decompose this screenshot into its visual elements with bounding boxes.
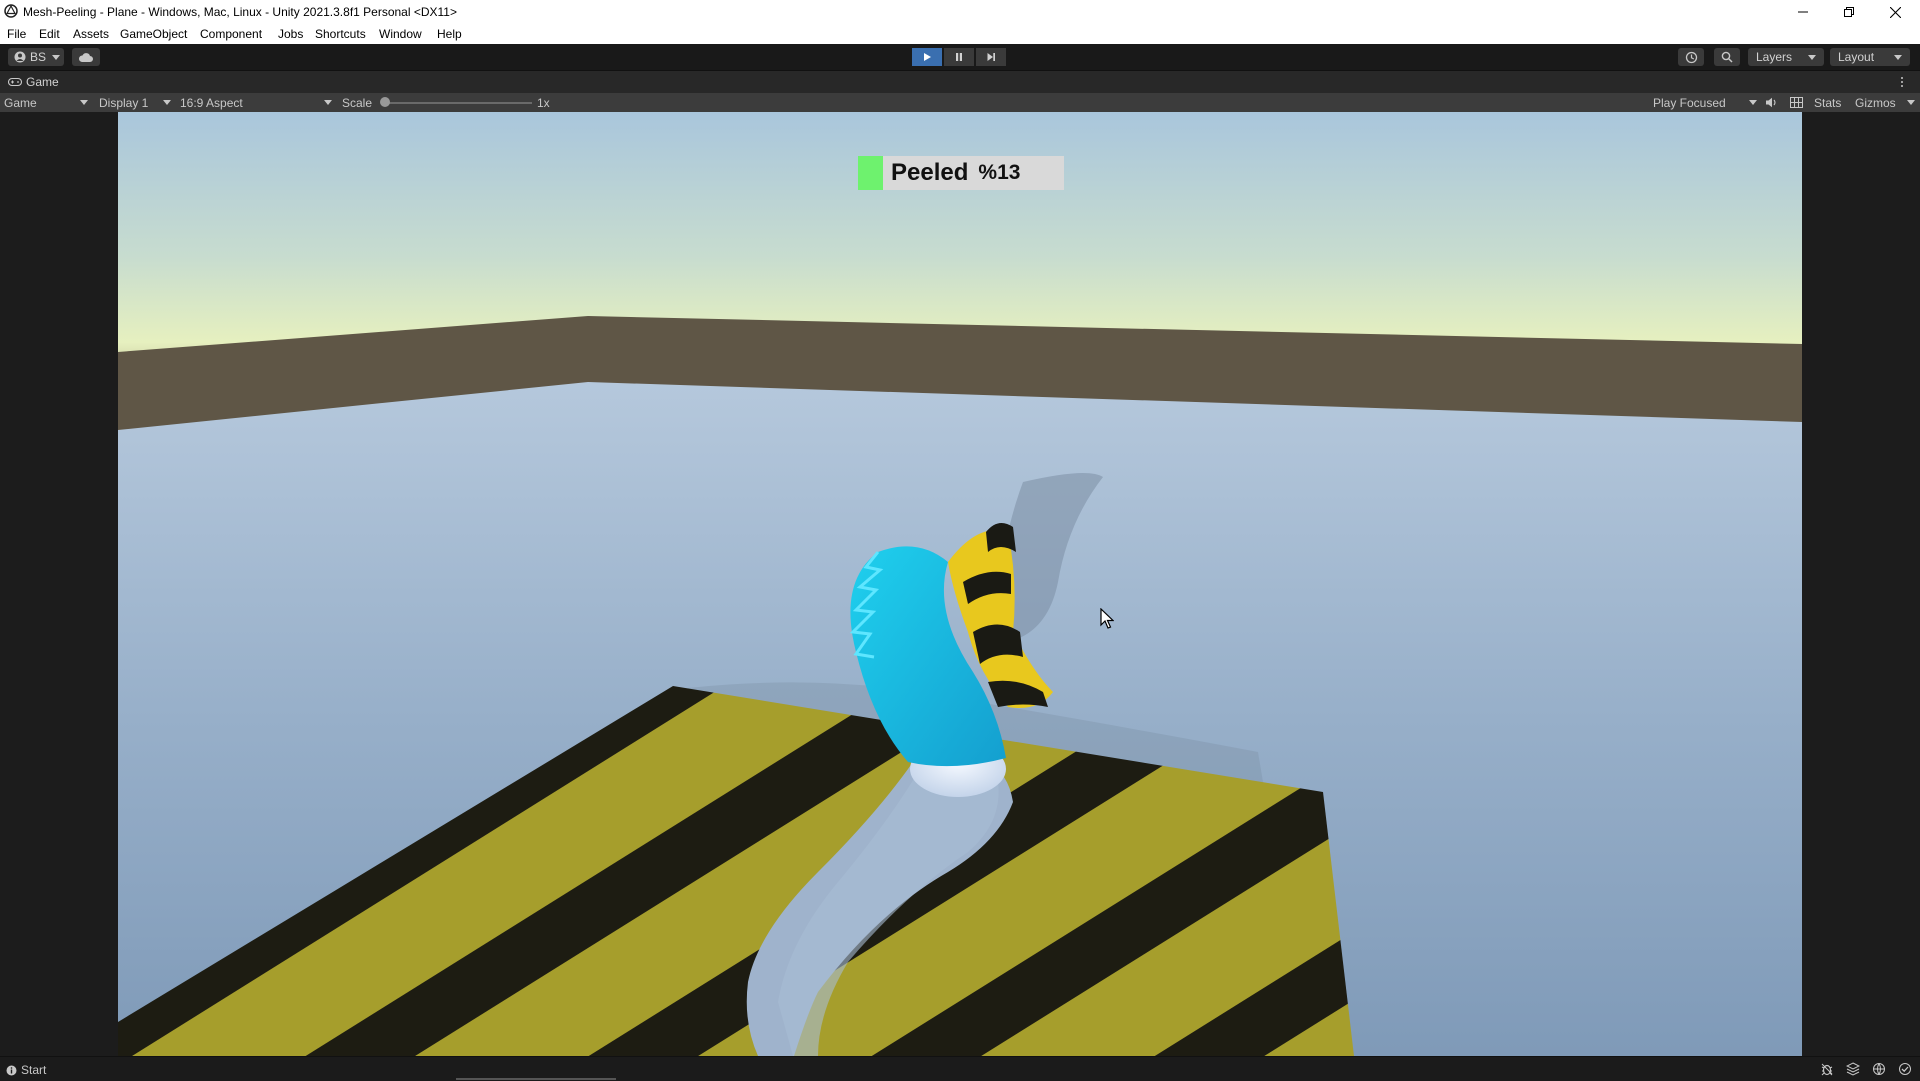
more-options-button[interactable]: [1900, 75, 1904, 89]
menu-file[interactable]: File: [7, 27, 26, 41]
layout-dropdown[interactable]: Layout: [1830, 48, 1910, 66]
play-controls: [912, 48, 1008, 66]
chevron-down-icon: [163, 100, 171, 105]
menu-assets[interactable]: Assets: [73, 27, 109, 41]
menu-shortcuts[interactable]: Shortcuts: [315, 27, 366, 41]
display-dropdown[interactable]: Display 1: [99, 95, 171, 110]
layers-label: Layers: [1756, 50, 1793, 64]
game-viewport[interactable]: Peeled %13: [118, 112, 1802, 1056]
peeled-label: Peeled: [891, 159, 969, 186]
game-view: Peeled %13: [0, 112, 1920, 1056]
peeled-percent: %13: [978, 161, 1021, 184]
menu-edit[interactable]: Edit: [39, 27, 60, 41]
chevron-down-icon: [1808, 54, 1816, 60]
view-mode-label: Game: [4, 95, 37, 110]
info-icon: [6, 1065, 17, 1075]
history-button[interactable]: [1678, 48, 1704, 66]
account-dropdown[interactable]: BS: [8, 48, 64, 66]
play-icon: [924, 53, 931, 61]
mute-audio-button[interactable]: [1765, 95, 1778, 110]
stats-button[interactable]: Stats: [1814, 95, 1841, 110]
gizmos-dropdown[interactable]: Gizmos: [1855, 95, 1915, 110]
minimize-button[interactable]: [1780, 0, 1826, 24]
peeled-indicator-swatch: [858, 156, 883, 190]
aspect-dropdown[interactable]: 16:9 Aspect: [180, 95, 332, 110]
layers-stack-icon[interactable]: [1846, 1062, 1860, 1076]
grid-toggle-button[interactable]: [1790, 95, 1803, 110]
window-title: Mesh-Peeling - Plane - Windows, Mac, Lin…: [23, 5, 457, 19]
chevron-down-icon: [1749, 100, 1757, 105]
step-button[interactable]: [976, 48, 1006, 66]
menu-gameobject[interactable]: GameObject: [120, 27, 187, 41]
scale-value: 1x: [537, 95, 550, 110]
game-view-toolbar: Game Display 1 16:9 Aspect Scale 1x Play…: [0, 93, 1920, 112]
scene-render: [118, 112, 1802, 1056]
minimize-icon: [1798, 11, 1808, 13]
menu-help[interactable]: Help: [437, 27, 462, 41]
menu-jobs[interactable]: Jobs: [278, 27, 303, 41]
play-mode-dropdown[interactable]: Play Focused: [1653, 95, 1757, 110]
restore-button[interactable]: [1826, 0, 1872, 24]
pause-button[interactable]: [944, 48, 974, 66]
pause-icon: [956, 53, 962, 61]
account-label: BS: [30, 50, 47, 64]
unity-logo-icon: [4, 4, 18, 18]
gamepad-icon: [8, 77, 22, 87]
search-button[interactable]: [1714, 48, 1740, 66]
account-icon: [14, 51, 26, 63]
chevron-down-icon: [1907, 100, 1915, 105]
check-circle-icon[interactable]: [1898, 1062, 1912, 1076]
status-message[interactable]: Start: [6, 1063, 46, 1077]
scale-label: Scale: [342, 95, 373, 110]
close-button[interactable]: [1872, 0, 1918, 24]
layers-dropdown[interactable]: Layers: [1748, 48, 1824, 66]
scale-slider[interactable]: [380, 95, 532, 110]
scale-slider-track: [384, 102, 532, 104]
cloud-button[interactable]: [72, 48, 100, 66]
main-toolbar: BS Layers Layout: [0, 44, 1920, 71]
chevron-down-icon: [324, 100, 332, 105]
display-label: Display 1: [99, 95, 149, 110]
play-mode-label: Play Focused: [1653, 95, 1726, 110]
speaker-icon: [1766, 97, 1776, 108]
grid-icon: [1790, 97, 1803, 108]
view-mode-dropdown[interactable]: Game: [4, 95, 88, 110]
history-icon: [1685, 51, 1697, 63]
tab-game-label: Game: [26, 75, 59, 89]
search-icon: [1721, 51, 1733, 63]
menu-component[interactable]: Component: [200, 27, 262, 41]
menu-bar: File Edit Assets GameObject Component Jo…: [0, 24, 1920, 44]
restore-icon: [1844, 7, 1854, 17]
peeled-progress-hud: Peeled %13: [858, 156, 1064, 190]
tab-game[interactable]: Game: [0, 71, 67, 93]
step-icon: [987, 53, 995, 61]
status-bar: Start: [0, 1056, 1920, 1081]
tab-strip: Game: [0, 71, 1920, 93]
bug-icon[interactable]: [1820, 1062, 1834, 1076]
title-bar: Mesh-Peeling - Plane - Windows, Mac, Lin…: [0, 0, 1920, 24]
cloud-icon: [78, 52, 93, 62]
kebab-menu-icon: [1901, 77, 1903, 87]
gizmos-label: Gizmos: [1855, 95, 1896, 110]
aspect-label: 16:9 Aspect: [180, 95, 243, 110]
chevron-down-icon: [52, 54, 61, 60]
play-button[interactable]: [912, 48, 942, 66]
chevron-down-icon: [1894, 54, 1902, 60]
chevron-down-icon: [80, 100, 88, 105]
mouse-cursor-icon: [1100, 608, 1114, 629]
status-label: Start: [21, 1063, 47, 1077]
close-icon: [1889, 6, 1901, 18]
layout-label: Layout: [1838, 50, 1875, 64]
network-icon[interactable]: [1872, 1062, 1886, 1076]
scale-slider-thumb[interactable]: [380, 97, 390, 107]
menu-window[interactable]: Window: [379, 27, 422, 41]
